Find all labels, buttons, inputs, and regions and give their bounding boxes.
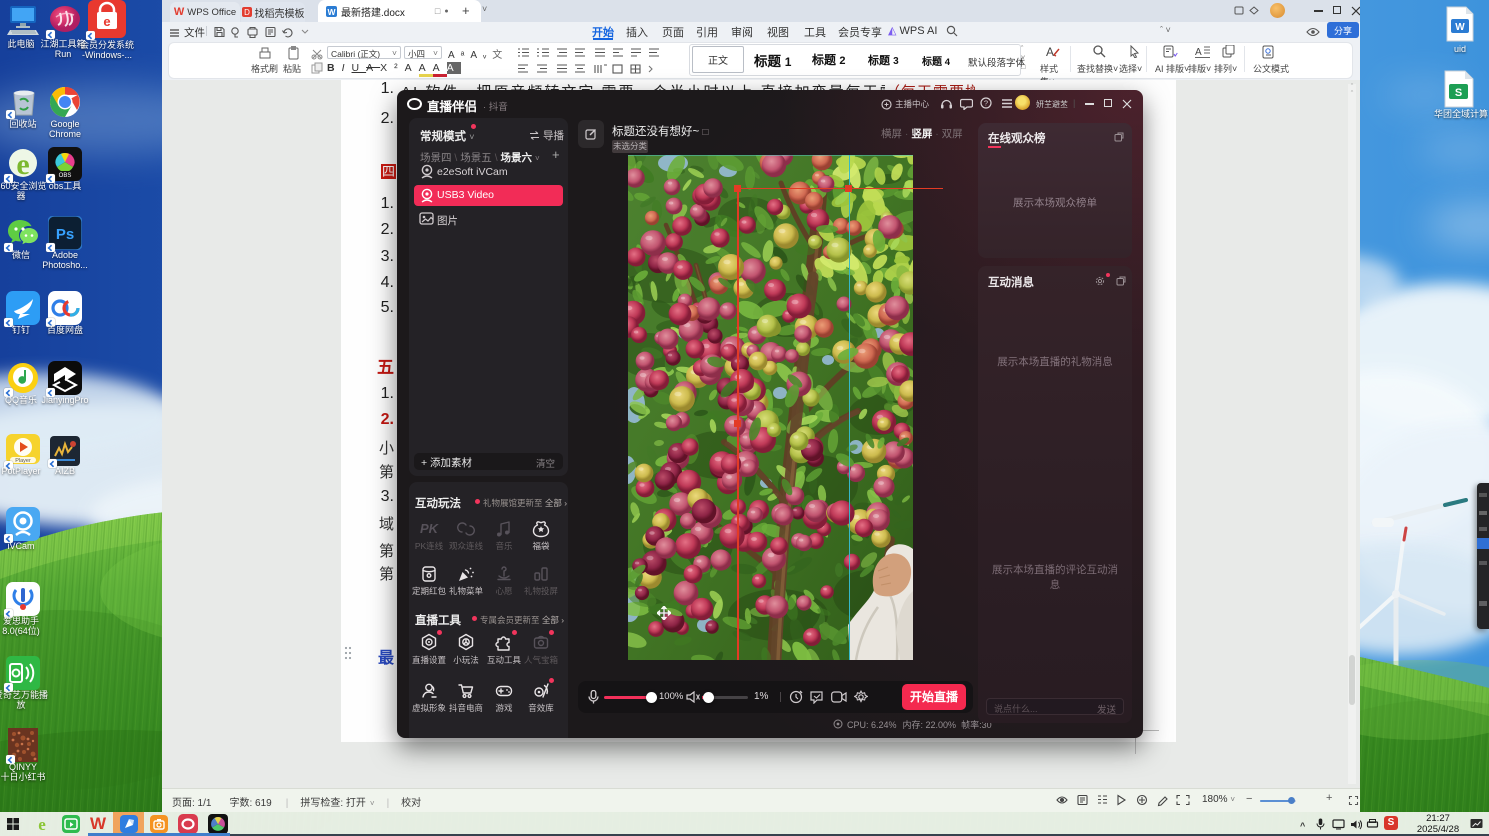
svg-text:W: W (327, 7, 336, 17)
svg-text:?: ? (984, 99, 988, 108)
svg-text:e: e (103, 14, 110, 29)
svg-text:OBS: OBS (59, 173, 72, 179)
svg-text:S: S (1455, 87, 1462, 99)
svg-text:e: e (16, 148, 29, 181)
svg-text:A: A (1195, 47, 1202, 58)
svg-text:Ps: Ps (56, 226, 74, 243)
svg-text:D: D (244, 8, 250, 17)
svg-text:Player: Player (15, 458, 31, 464)
svg-text:PK: PK (420, 521, 439, 536)
svg-text:A: A (1046, 45, 1054, 59)
svg-text:W: W (1455, 22, 1465, 33)
svg-text:e: e (38, 816, 46, 832)
